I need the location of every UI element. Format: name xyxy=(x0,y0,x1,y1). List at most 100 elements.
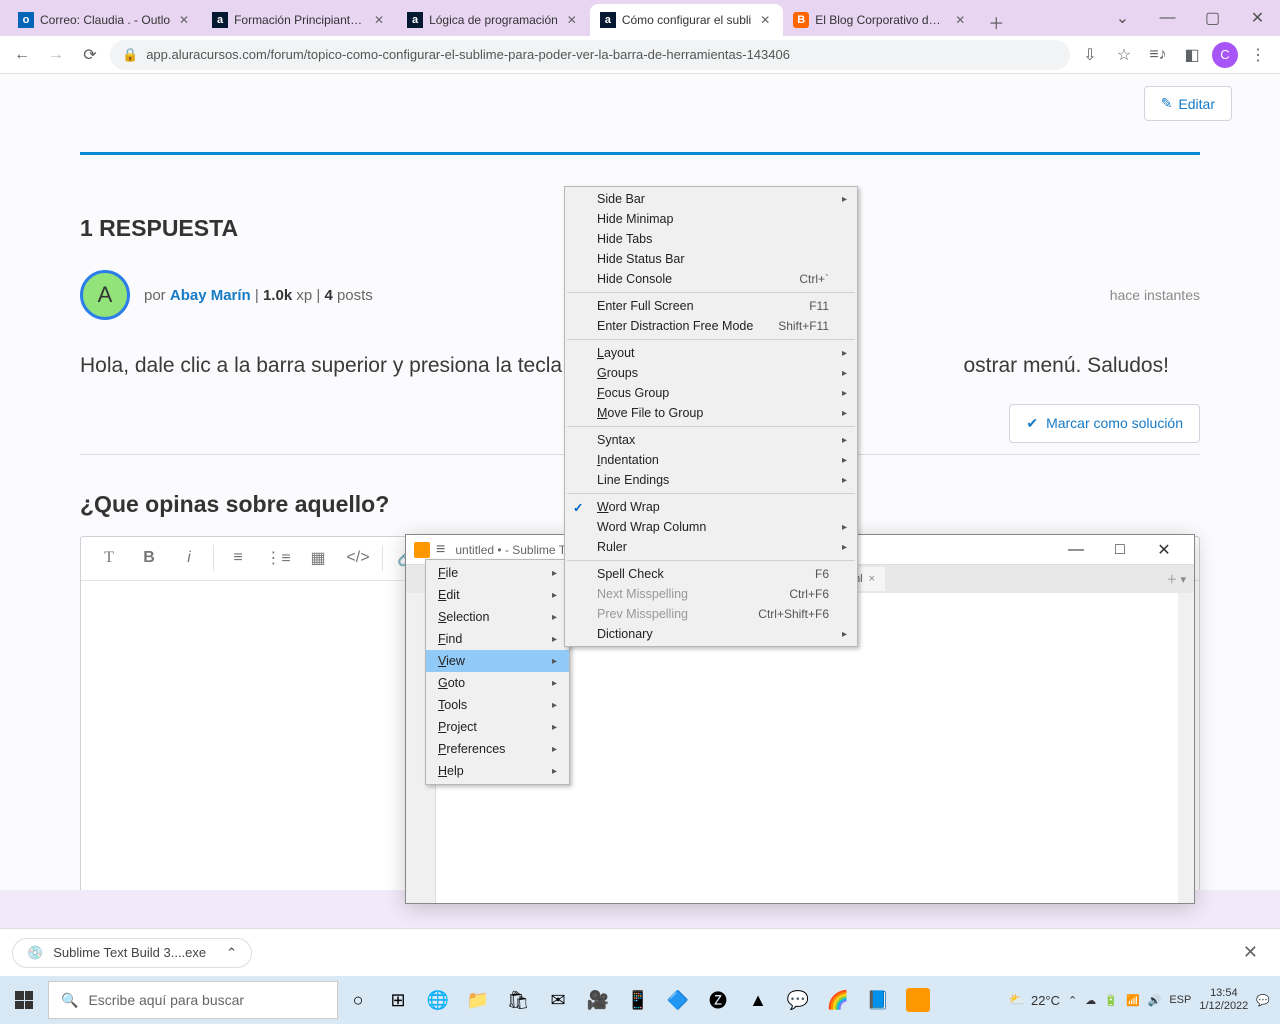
edit-button[interactable]: ✎ Editar xyxy=(1144,86,1232,121)
bold-button[interactable]: B xyxy=(129,539,169,577)
menu-item[interactable]: Ruler▸ xyxy=(565,537,857,557)
url-input[interactable]: 🔒 app.aluracursos.com/forum/topico-como-… xyxy=(110,40,1070,70)
app-icon[interactable]: 📱 xyxy=(618,980,658,1020)
maximize-icon[interactable]: ▢ xyxy=(1190,0,1235,36)
menu-item[interactable]: Syntax▸ xyxy=(565,430,857,450)
browser-tab[interactable]: a Formación Principiante e ✕ xyxy=(202,4,397,36)
weather-widget[interactable]: ⛅ 22°C xyxy=(1009,992,1060,1008)
media-icon[interactable]: ≡♪ xyxy=(1144,41,1172,69)
reload-button[interactable]: ⟳ xyxy=(76,41,104,69)
taskbar-search[interactable]: 🔍 Escribe aquí para buscar xyxy=(48,981,338,1019)
menu-item[interactable]: Dictionary▸ xyxy=(565,624,857,644)
chevron-up-icon[interactable]: ⌃ xyxy=(226,945,237,961)
menu-item[interactable]: Move File to Group▸ xyxy=(565,403,857,423)
mark-solution-button[interactable]: ✔ Marcar como solución xyxy=(1009,404,1200,443)
app-icon[interactable]: 🔷 xyxy=(658,980,698,1020)
code-button[interactable]: </> xyxy=(338,539,378,577)
volume-icon[interactable]: 🔊 xyxy=(1148,994,1162,1007)
menu-icon[interactable]: ⋮ xyxy=(1244,41,1272,69)
sublime-newtab[interactable]: ＋ ▾ xyxy=(1158,571,1194,587)
text-format-button[interactable]: T xyxy=(89,539,129,577)
menu-item[interactable]: Enter Full ScreenF11 xyxy=(565,296,857,316)
cortana-icon[interactable]: ○ xyxy=(338,980,378,1020)
menu-item[interactable]: Enter Distraction Free ModeShift+F11 xyxy=(565,316,857,336)
menu-item[interactable]: Hide Status Bar xyxy=(565,249,857,269)
onedrive-icon[interactable]: ☁ xyxy=(1085,994,1096,1007)
start-button[interactable] xyxy=(0,976,48,1024)
menu-item-view[interactable]: View▸ xyxy=(426,650,569,672)
chevron-down-icon[interactable]: ⌄ xyxy=(1100,0,1145,36)
menu-item[interactable]: Side Bar▸ xyxy=(565,189,857,209)
close-icon[interactable]: ✕ xyxy=(1233,942,1268,963)
zbrush-icon[interactable]: 🅩 xyxy=(698,980,738,1020)
explorer-icon[interactable]: 📁 xyxy=(458,980,498,1020)
edge-icon[interactable]: 🌐 xyxy=(418,980,458,1020)
vlc-icon[interactable]: ▲ xyxy=(738,980,778,1020)
scrollbar[interactable] xyxy=(1178,593,1194,903)
menu-item[interactable]: Word Wrap Column▸ xyxy=(565,517,857,537)
forward-button[interactable]: → xyxy=(42,41,70,69)
sublime-icon[interactable] xyxy=(906,988,930,1012)
back-button[interactable]: ← xyxy=(8,41,36,69)
number-list-button[interactable]: ⋮≡ xyxy=(258,539,298,577)
menu-item-tools[interactable]: Tools▸ xyxy=(426,694,569,716)
menu-item[interactable]: Line Endings▸ xyxy=(565,470,857,490)
new-tab-button[interactable]: ＋ xyxy=(982,8,1010,36)
menu-item[interactable]: Spell CheckF6 xyxy=(565,564,857,584)
profile-avatar[interactable]: C xyxy=(1212,42,1238,68)
close-icon[interactable]: ✕ xyxy=(1235,0,1280,36)
menu-item[interactable]: Layout▸ xyxy=(565,343,857,363)
notifications-icon[interactable]: 💬 xyxy=(1256,994,1270,1007)
star-icon[interactable]: ☆ xyxy=(1110,41,1138,69)
install-icon[interactable]: ⇩ xyxy=(1076,41,1104,69)
close-icon[interactable]: ✕ xyxy=(371,12,387,28)
menu-item[interactable]: Hide Tabs xyxy=(565,229,857,249)
menu-item-selection[interactable]: Selection▸ xyxy=(426,606,569,628)
menu-item[interactable]: Indentation▸ xyxy=(565,450,857,470)
browser-tab[interactable]: a Lógica de programación ✕ xyxy=(397,4,590,36)
menu-item[interactable]: Groups▸ xyxy=(565,363,857,383)
menu-item[interactable]: ✓Word Wrap xyxy=(565,497,857,517)
menu-item[interactable]: Hide ConsoleCtrl+` xyxy=(565,269,857,289)
browser-tab-active[interactable]: a Cómo configurar el subli ✕ xyxy=(590,4,783,36)
browser-tab[interactable]: o Correo: Claudia . - Outlo ✕ xyxy=(8,4,202,36)
browser-tab[interactable]: B El Blog Corporativo de C ✕ xyxy=(783,4,978,36)
bullet-list-button[interactable]: ≡ xyxy=(218,539,258,577)
chevron-up-icon[interactable]: ⌃ xyxy=(1068,994,1077,1007)
language-indicator[interactable]: ESP xyxy=(1169,994,1191,1006)
clock[interactable]: 13:54 1/12/2022 xyxy=(1199,987,1248,1013)
mail-icon[interactable]: ✉ xyxy=(538,980,578,1020)
chrome-icon[interactable]: 🌈 xyxy=(818,980,858,1020)
close-icon[interactable]: ✕ xyxy=(1142,536,1186,564)
user-avatar[interactable]: A xyxy=(80,270,130,320)
zoom-icon[interactable]: 🎥 xyxy=(578,980,618,1020)
close-icon[interactable]: ✕ xyxy=(952,12,968,28)
menu-item-goto[interactable]: Goto▸ xyxy=(426,672,569,694)
menu-item-preferences[interactable]: Preferences▸ xyxy=(426,738,569,760)
minimize-icon[interactable]: ― xyxy=(1054,536,1098,564)
close-icon[interactable]: ✕ xyxy=(176,12,192,28)
battery-icon[interactable]: 🔋 xyxy=(1104,994,1118,1007)
taskview-icon[interactable]: ⊞ xyxy=(378,980,418,1020)
user-link[interactable]: Abay Marín xyxy=(170,287,251,304)
menu-item-find[interactable]: Find▸ xyxy=(426,628,569,650)
menu-item[interactable]: Hide Minimap xyxy=(565,209,857,229)
menu-item-help[interactable]: Help▸ xyxy=(426,760,569,782)
menu-item[interactable]: Focus Group▸ xyxy=(565,383,857,403)
download-item[interactable]: 💿 Sublime Text Build 3....exe ⌃ xyxy=(12,938,252,968)
wifi-icon[interactable]: 📶 xyxy=(1126,994,1140,1007)
vscode-icon[interactable]: 📘 xyxy=(858,980,898,1020)
menu-item-project[interactable]: Project▸ xyxy=(426,716,569,738)
sidepanel-icon[interactable]: ◧ xyxy=(1178,41,1206,69)
hamburger-icon[interactable]: ≡ xyxy=(436,541,445,559)
close-icon[interactable]: ✕ xyxy=(564,12,580,28)
store-icon[interactable]: 🛍 xyxy=(498,980,538,1020)
discord-icon[interactable]: 💬 xyxy=(778,980,818,1020)
table-button[interactable]: ▦ xyxy=(298,539,338,577)
close-icon[interactable]: ✕ xyxy=(757,12,773,28)
menu-item-file[interactable]: File▸ xyxy=(426,562,569,584)
maximize-icon[interactable]: □ xyxy=(1098,536,1142,564)
minimize-icon[interactable]: ― xyxy=(1145,0,1190,36)
close-icon[interactable]: × xyxy=(869,573,875,585)
menu-item-edit[interactable]: Edit▸ xyxy=(426,584,569,606)
